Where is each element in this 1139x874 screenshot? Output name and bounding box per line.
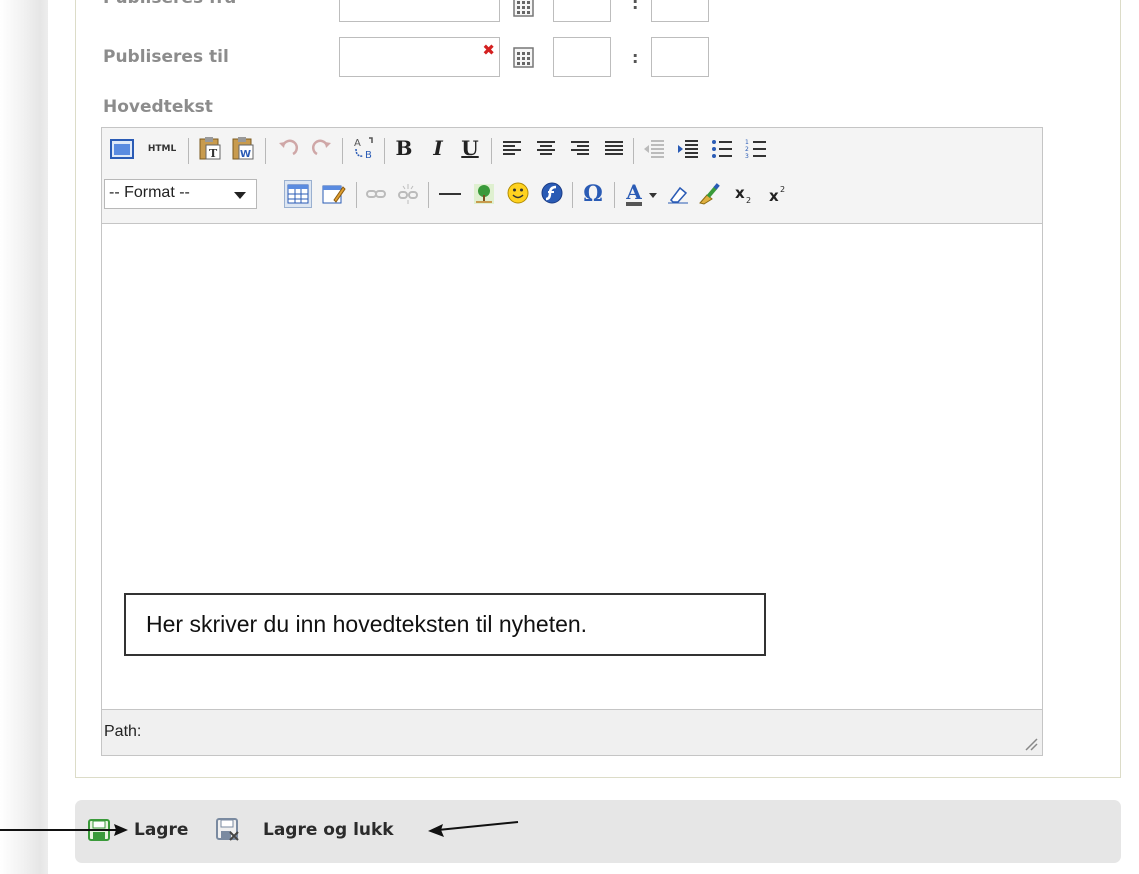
save-disk-icon[interactable]: [88, 819, 110, 841]
italic-button[interactable]: I: [424, 134, 452, 162]
svg-text:A: A: [354, 138, 361, 149]
publish-to-label: Publiseres til: [103, 47, 229, 67]
horizontal-rule-icon[interactable]: [436, 180, 464, 208]
insert-image-icon[interactable]: [470, 180, 498, 208]
undo-icon[interactable]: [274, 135, 302, 163]
main-text-label: Hovedtekst: [103, 97, 213, 117]
numbered-list-icon[interactable]: 123: [742, 135, 770, 163]
editor-toolbar: HTML T W AB B I U 1 2 3 -- Format -- Ω A…: [102, 128, 1042, 224]
eraser-icon[interactable]: [664, 180, 692, 208]
align-right-icon[interactable]: [566, 135, 594, 163]
html-source-button[interactable]: HTML: [140, 135, 184, 163]
annotation-callout: Her skriver du inn hovedteksten til nyhe…: [124, 593, 766, 656]
insert-smiley-icon[interactable]: [504, 179, 532, 207]
paste-from-word-icon[interactable]: W: [229, 134, 257, 162]
redo-icon[interactable]: [308, 135, 336, 163]
svg-text:3: 3: [745, 153, 749, 159]
publish-from-time-separator: :: [632, 0, 639, 13]
find-replace-icon[interactable]: AB: [350, 134, 378, 162]
svg-text:x: x: [735, 184, 745, 202]
align-center-icon[interactable]: [532, 135, 560, 163]
left-scroll-gutter: [0, 0, 48, 874]
svg-text:B: B: [365, 150, 372, 161]
path-label: Path:: [104, 723, 142, 740]
editor-status-bar: Path:: [102, 709, 1042, 755]
publish-to-hour-input[interactable]: [553, 37, 611, 77]
clear-date-icon[interactable]: ✖: [482, 41, 495, 59]
text-color-dropdown-icon[interactable]: [646, 184, 660, 206]
outdent-icon[interactable]: [640, 135, 668, 163]
special-character-button[interactable]: Ω: [579, 180, 607, 208]
publish-from-hour-input[interactable]: [553, 0, 611, 22]
save-and-close-icon[interactable]: [216, 818, 240, 842]
action-bar: Lagre Lagre og lukk: [75, 800, 1121, 863]
remove-link-icon[interactable]: [394, 180, 422, 208]
align-justify-icon[interactable]: [600, 135, 628, 163]
svg-text:2: 2: [780, 185, 785, 194]
svg-text:2: 2: [745, 146, 749, 153]
calendar-icon[interactable]: [513, 0, 534, 17]
edit-table-icon[interactable]: [320, 180, 348, 208]
publish-to-minute-input[interactable]: [651, 37, 709, 77]
publish-from-minute-input[interactable]: [651, 0, 709, 22]
text-color-button[interactable]: A: [620, 180, 648, 208]
underline-button[interactable]: U: [456, 134, 484, 162]
insert-table-icon[interactable]: [284, 180, 312, 208]
publish-from-date-input[interactable]: [339, 0, 500, 22]
save-and-close-button[interactable]: Lagre og lukk: [263, 820, 394, 840]
rich-text-editor: HTML T W AB B I U 1 2 3 -- Format -- Ω A…: [101, 127, 1043, 756]
cleanup-brush-icon[interactable]: [696, 180, 724, 208]
insert-link-icon[interactable]: [362, 180, 390, 208]
svg-text:x: x: [769, 187, 779, 205]
save-button[interactable]: Lagre: [134, 820, 188, 840]
align-left-icon[interactable]: [498, 135, 526, 163]
svg-text:1: 1: [745, 139, 749, 146]
publish-to-time-separator: :: [632, 48, 639, 67]
format-select[interactable]: -- Format --: [104, 179, 257, 209]
indent-icon[interactable]: [674, 135, 702, 163]
subscript-icon[interactable]: x2: [730, 180, 758, 208]
resize-grip-icon[interactable]: [1024, 737, 1038, 751]
svg-text:T: T: [209, 147, 218, 160]
svg-text:2: 2: [746, 196, 751, 205]
publish-from-label: Publiseres fra: [103, 0, 236, 8]
superscript-icon[interactable]: x2: [764, 180, 792, 208]
bold-button[interactable]: B: [390, 134, 418, 162]
insert-flash-icon[interactable]: [538, 179, 566, 207]
bullet-list-icon[interactable]: [708, 135, 736, 163]
toggle-fullscreen-icon[interactable]: [108, 135, 136, 163]
svg-text:W: W: [240, 149, 251, 160]
publish-to-date-input[interactable]: ✖: [339, 37, 500, 77]
chevron-down-icon: [234, 192, 246, 199]
paste-as-text-icon[interactable]: T: [196, 134, 224, 162]
calendar-icon[interactable]: [513, 47, 534, 68]
